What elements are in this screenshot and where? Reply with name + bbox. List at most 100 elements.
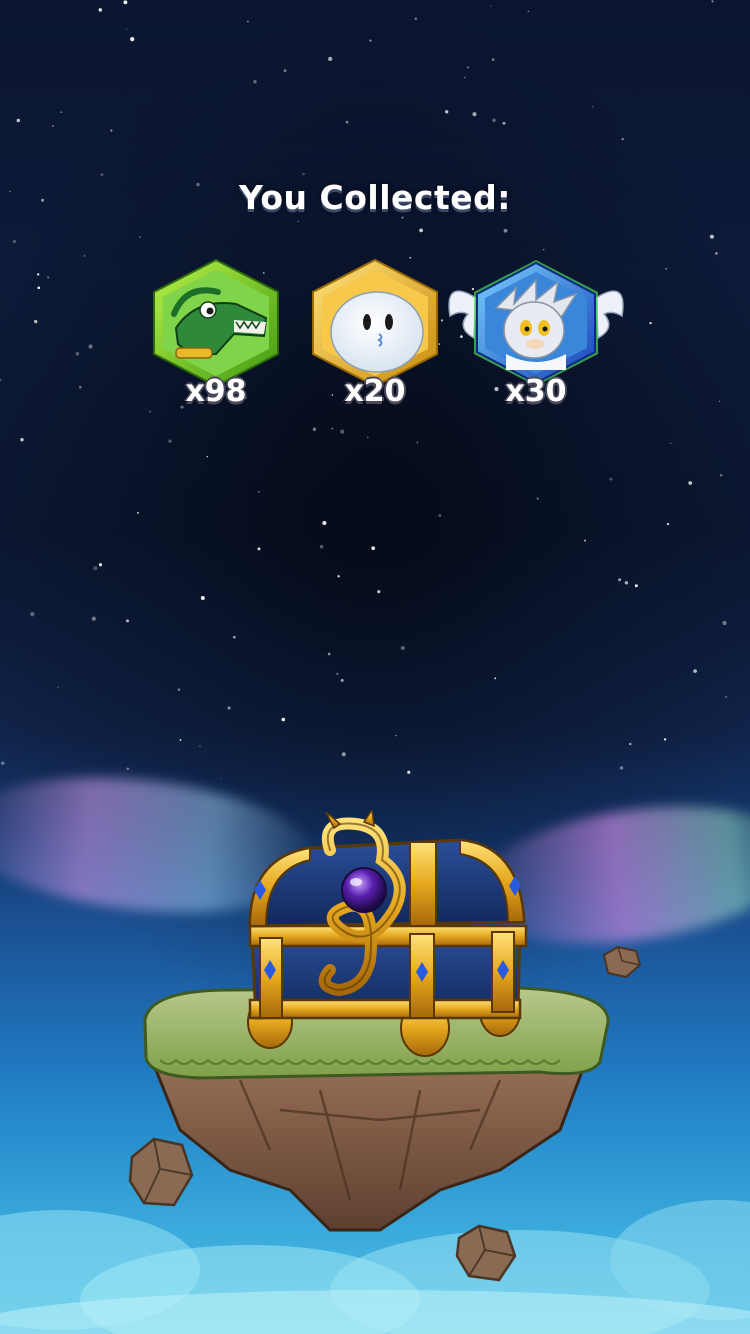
star	[93, 566, 98, 571]
star	[47, 276, 50, 279]
star	[177, 688, 181, 691]
star	[445, 110, 449, 114]
star	[98, 563, 103, 567]
star	[715, 252, 718, 255]
star	[200, 596, 205, 600]
star	[168, 439, 172, 443]
star	[472, 112, 477, 117]
star	[624, 581, 629, 585]
star	[79, 385, 82, 389]
star	[711, 0, 714, 3]
star	[669, 442, 672, 445]
star	[693, 669, 697, 673]
star	[618, 578, 622, 582]
chao-portrait-icon	[312, 258, 438, 388]
star	[136, 511, 139, 514]
star	[253, 80, 257, 84]
star	[0, 378, 2, 382]
star	[60, 111, 63, 114]
star	[494, 677, 497, 680]
star	[337, 575, 340, 578]
star	[341, 752, 346, 757]
star	[543, 248, 545, 251]
reward-card-chao[interactable]: x20	[305, 258, 445, 428]
star	[179, 739, 182, 741]
star	[232, 635, 236, 639]
star	[460, 335, 463, 338]
reward-count-chao: x20	[344, 374, 406, 409]
star	[371, 546, 376, 551]
star	[123, 0, 128, 5]
reward-card-vector[interactable]: x98	[146, 258, 286, 428]
treasure-chest-island[interactable]	[120, 810, 620, 1250]
star	[395, 734, 397, 737]
crocodile-portrait-icon	[153, 258, 279, 388]
star	[584, 539, 587, 542]
star	[466, 66, 470, 69]
star	[490, 5, 492, 7]
star	[283, 69, 287, 73]
star	[91, 616, 96, 621]
star	[609, 477, 613, 481]
star	[718, 400, 721, 402]
star	[536, 497, 539, 500]
star	[12, 240, 16, 244]
star	[319, 544, 324, 549]
star	[666, 522, 670, 526]
star	[503, 228, 508, 233]
star	[20, 437, 24, 442]
star	[257, 547, 261, 551]
star	[328, 56, 333, 62]
star	[621, 137, 624, 141]
star	[414, 17, 418, 20]
star	[126, 767, 130, 771]
star	[419, 228, 423, 233]
star	[663, 738, 667, 741]
star	[312, 427, 317, 431]
star	[1, 761, 5, 765]
reward-count-silver: x30	[505, 374, 567, 409]
star	[345, 120, 349, 124]
star	[130, 37, 135, 42]
star	[139, 236, 141, 238]
star	[336, 672, 339, 676]
star	[502, 121, 506, 125]
star	[322, 520, 327, 526]
reward-count-vector: x98	[185, 374, 247, 409]
star	[592, 105, 594, 108]
star	[619, 766, 624, 770]
star	[725, 695, 728, 698]
star	[327, 652, 331, 656]
star	[125, 28, 128, 30]
star	[491, 58, 495, 62]
star	[37, 273, 40, 276]
star	[340, 678, 344, 682]
reward-screen[interactable]: You Collected: x98 x20 x30	[0, 0, 750, 1334]
star	[438, 514, 442, 517]
star	[331, 427, 333, 430]
star	[247, 20, 249, 23]
star	[416, 441, 419, 444]
star	[688, 481, 693, 485]
reward-card-silver[interactable]: x30	[448, 258, 624, 428]
star	[34, 319, 38, 324]
star	[492, 118, 496, 122]
star	[16, 118, 21, 123]
star	[98, 8, 103, 12]
star	[57, 686, 59, 688]
star	[377, 590, 381, 594]
star	[527, 10, 530, 13]
star	[30, 612, 35, 617]
star	[720, 474, 723, 477]
star	[665, 267, 668, 270]
star	[407, 770, 411, 774]
star	[88, 344, 93, 349]
star	[400, 646, 405, 650]
star	[125, 619, 130, 623]
star	[302, 172, 305, 176]
star	[722, 620, 727, 626]
star	[100, 173, 104, 176]
star	[297, 220, 299, 222]
star	[340, 429, 345, 434]
star	[199, 745, 201, 747]
